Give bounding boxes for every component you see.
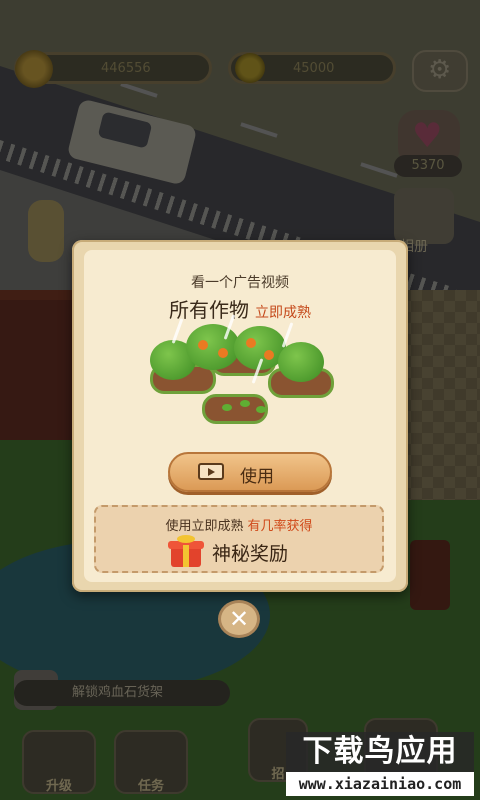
reward-description: 使用立即成熟 有几率获得 [96,515,382,534]
watermark: 下载鸟应用 www.xiazainiao.com [286,732,474,796]
reward-box: 使用立即成熟 有几率获得 神秘奖励 [94,505,384,573]
close-icon: ✕ [228,605,250,633]
fruit [264,350,274,360]
fruit [198,340,208,350]
ripen-dialog: 看一个广告视频 所有作物 立即成熟 使用 使用立即成熟 有几率获得 神秘奖励 [72,240,408,592]
dialog-subtitle: 看一个广告视频 [191,275,289,291]
close-button[interactable]: ✕ [218,600,260,638]
reward-line-a: 使用立即成熟 [165,519,244,534]
watermark-url: www.xiazainiao.com [286,772,474,796]
use-button-label: 使用 [240,467,274,487]
fruit [218,348,228,358]
fruit [246,338,256,348]
play-video-icon [198,463,224,480]
crop-tree [186,324,240,370]
dialog-panel: 看一个广告视频 所有作物 立即成熟 使用 使用立即成熟 有几率获得 神秘奖励 [84,250,396,582]
use-button[interactable]: 使用 [168,452,332,492]
watermark-title: 下载鸟应用 [286,732,474,772]
crop-field-illustration [136,314,344,438]
crop-tree [278,342,324,382]
sprout [222,404,232,411]
reward-title: 神秘奖励 [212,543,289,565]
reward-line-b: 有几率获得 [247,519,313,534]
sprout [240,400,250,407]
sprout [256,406,266,413]
gift-icon [168,535,204,567]
